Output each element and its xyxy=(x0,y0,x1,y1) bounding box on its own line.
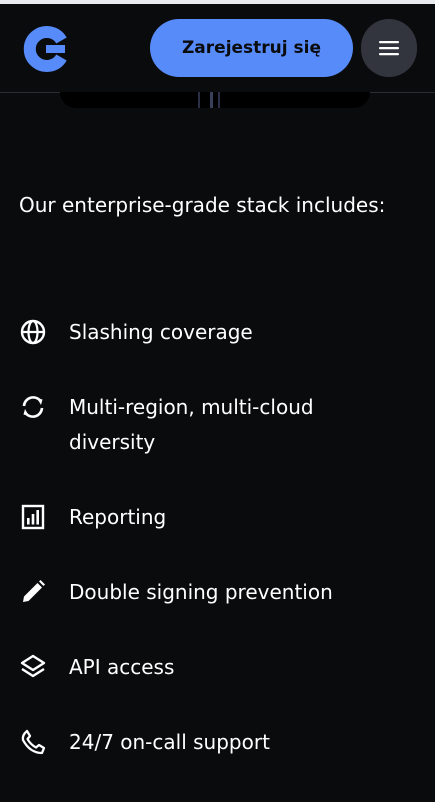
feature-item-support: 24/7 on-call support xyxy=(19,728,419,760)
feature-item-double-signing: Double signing prevention xyxy=(19,580,419,610)
phone-icon xyxy=(19,728,47,756)
feature-item-api-access: API access xyxy=(19,653,419,685)
feature-label: Double signing prevention xyxy=(69,580,333,604)
signup-button[interactable]: Zarejestruj się xyxy=(150,19,353,77)
feature-item-reporting: Reporting xyxy=(19,503,419,535)
layers-icon xyxy=(19,653,47,681)
bar-chart-icon xyxy=(19,503,47,531)
hamburger-menu-icon xyxy=(379,41,399,56)
pencil-icon xyxy=(19,578,47,606)
device-illustration xyxy=(60,92,370,108)
feature-label: Multi-region, multi-cloud diversity xyxy=(69,395,314,454)
feature-label: Slashing coverage xyxy=(69,320,253,344)
stack-intro-text: Our enterprise-grade stack includes: xyxy=(19,193,386,217)
sync-icon xyxy=(19,393,47,421)
feature-label: API access xyxy=(69,655,175,679)
feature-label: 24/7 on-call support xyxy=(69,730,270,754)
c-logo-icon[interactable] xyxy=(22,24,72,74)
menu-button[interactable] xyxy=(361,19,417,77)
globe-icon xyxy=(19,318,47,346)
site-header: Zarejestruj się xyxy=(0,4,435,93)
feature-item-slashing-coverage: Slashing coverage xyxy=(19,318,419,350)
feature-label: Reporting xyxy=(69,505,167,529)
feature-item-multi-region: Multi-region, multi-cloud diversity xyxy=(19,395,419,460)
